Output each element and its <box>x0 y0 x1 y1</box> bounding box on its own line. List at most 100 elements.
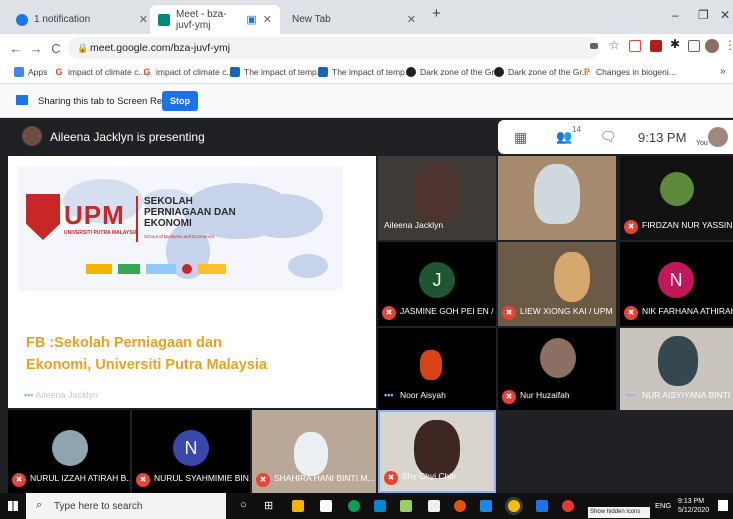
windows-start-icon[interactable] <box>8 501 18 511</box>
bookmark-item[interactable]: P Changes in biogeni... <box>582 67 676 77</box>
mic-off-icon: ✖ <box>382 306 396 320</box>
app-icon[interactable] <box>428 500 440 512</box>
edge-icon[interactable] <box>348 500 360 512</box>
browser-tab-strip: 1 notification ✕ Meet - bza-juvf-ymj ▣ ✕… <box>0 0 733 34</box>
presenter-label: Aileena Jacklyn is presenting <box>50 130 205 144</box>
mail-icon[interactable] <box>374 500 386 512</box>
participant-video <box>658 336 698 386</box>
more-bookmarks-icon[interactable]: » <box>720 66 726 77</box>
participant-tile[interactable]: ✖ LIEW XIONG KAI / UPM <box>498 242 616 326</box>
participant-tile[interactable] <box>498 156 616 240</box>
extension-red-icon[interactable] <box>650 40 662 52</box>
camera-icon[interactable] <box>590 43 598 49</box>
new-tab-button[interactable]: + <box>432 5 441 22</box>
tab-notification[interactable]: 1 notification ✕ <box>8 5 156 34</box>
bookmark-item[interactable]: Dark zone of the Gr... <box>494 67 589 77</box>
puzzle-icon[interactable]: ✱ <box>670 37 680 51</box>
app-icon[interactable] <box>480 500 492 512</box>
tooltip: Show hidden icons <box>588 507 650 518</box>
people-icon[interactable]: 👥 <box>556 129 572 145</box>
participant-name: Aileena Jacklyn <box>384 220 444 230</box>
extension-pocket-icon[interactable] <box>629 40 641 52</box>
chrome-icon[interactable] <box>508 500 520 512</box>
speaking-indicator-icon: ••• <box>384 390 394 400</box>
url-text: meet.google.com/bza-juvf-ymj <box>90 42 231 54</box>
participant-name: NURUL IZZAH ATIRAH B... <box>30 473 130 483</box>
participant-tile[interactable]: Aileena Jacklyn <box>378 156 496 240</box>
browser-toolbar: ← → C 🔒 meet.google.com/bza-juvf-ymj <box>0 34 733 62</box>
app-icon[interactable] <box>454 500 466 512</box>
taskbar-clock[interactable]: 9:13 PM 5/12/2020 <box>678 497 709 515</box>
participant-count: 14 <box>572 125 581 134</box>
participant-tile[interactable]: ✖ Shy Chyi Chin <box>378 410 496 493</box>
journal-icon <box>230 67 240 77</box>
language-indicator[interactable]: ENG <box>655 501 671 510</box>
participant-tile[interactable]: ✖ Nur Huzaifah <box>498 328 616 410</box>
participant-tile[interactable]: ••• NUR AISYIYANA BINTI R... <box>620 328 733 410</box>
app-icon[interactable] <box>536 500 548 512</box>
store-icon[interactable] <box>320 500 332 512</box>
cast-icon[interactable] <box>688 40 700 52</box>
cortana-icon[interactable]: ○ <box>240 499 247 511</box>
slide-caption-line1: FB :Sekolah Perniagaan dan <box>26 335 222 351</box>
bookmark-item[interactable]: The impact of temp... <box>230 67 324 77</box>
task-view-icon[interactable]: ⊞ <box>264 499 273 512</box>
bookmark-label: Apps <box>28 67 48 77</box>
participant-tile[interactable]: N ✖ NIK FARHANA ATHIRAH... <box>620 242 733 326</box>
menu-icon[interactable]: ⋮ <box>724 38 733 52</box>
bookmark-label: The impact of temp... <box>332 67 412 77</box>
close-icon[interactable]: ✕ <box>407 13 416 26</box>
upm-logo-text: UPM <box>64 200 125 230</box>
participant-tile[interactable]: ✖ FIRDZAN NUR YASSIN B... <box>620 156 733 240</box>
participant-avatar: N <box>173 430 209 466</box>
participant-name: Noor Aisyah <box>400 390 446 400</box>
mic-off-icon: ✖ <box>502 390 516 404</box>
star-icon[interactable]: ☆ <box>609 38 620 52</box>
participant-tile[interactable]: J ✖ JASMINE GOH PEI EN / ... <box>378 242 496 326</box>
address-bar[interactable]: 🔒 meet.google.com/bza-juvf-ymj <box>68 37 600 59</box>
notification-center-icon[interactable] <box>718 500 728 511</box>
forward-icon[interactable]: → <box>26 41 46 56</box>
taskbar-search[interactable]: ⌕ Type here to search <box>26 493 226 519</box>
participant-tile[interactable]: ✖ NURUL IZZAH ATIRAH B... <box>8 410 130 493</box>
bookmarks-bar: Apps Gimpact of climate c... Gimpact of … <box>0 62 733 84</box>
profile-avatar[interactable] <box>705 39 719 53</box>
participant-name: NURUL SYAHMIMIE BIN... <box>154 473 250 483</box>
tab-new-tab[interactable]: New Tab ✕ <box>284 5 424 34</box>
slide-caption: FB :Sekolah Perniagaan dan Ekonomi, Univ… <box>26 332 267 376</box>
minimize-icon[interactable]: – <box>672 8 679 22</box>
apps-grid-icon <box>14 67 24 77</box>
grid-layout-icon[interactable]: ▦ <box>514 129 527 146</box>
participant-name: SHAHIRA HANI BINTI M... <box>274 473 375 483</box>
bookmark-item[interactable]: Gimpact of climate c... <box>54 67 145 77</box>
app-icon[interactable] <box>400 500 412 512</box>
close-window-icon[interactable]: ✕ <box>720 8 730 22</box>
bookmark-item[interactable]: Gimpact of climate c... <box>142 67 233 77</box>
lock-icon: 🔒 <box>77 43 89 53</box>
file-explorer-icon[interactable] <box>292 500 304 512</box>
self-avatar[interactable] <box>708 127 728 147</box>
reload-icon[interactable]: C <box>46 41 66 56</box>
participant-tile[interactable]: ••• Noor Aisyah <box>378 328 496 410</box>
slide-presenter-name: Aileena Jacklyn <box>35 390 99 400</box>
participant-tile[interactable]: N ✖ NURUL SYAHMIMIE BIN... <box>132 410 250 493</box>
bookmark-item[interactable]: The impact of temp... <box>318 67 412 77</box>
app-icon[interactable] <box>562 500 574 512</box>
chat-icon[interactable]: 🗨 <box>600 129 617 145</box>
participant-tile[interactable]: ✖ SHAHIRA HANI BINTI M... <box>252 410 376 493</box>
accreditation-logo <box>86 264 112 274</box>
restore-icon[interactable]: ❐ <box>698 8 709 22</box>
bookmark-item[interactable]: Dark zone of the Gr... <box>406 67 501 77</box>
close-icon[interactable]: ✕ <box>139 13 148 26</box>
stop-sharing-button[interactable]: Stop <box>162 91 198 111</box>
close-icon[interactable]: ✕ <box>263 13 272 26</box>
school-name-english: School of Business and Economics <box>144 234 215 239</box>
mic-off-icon: ✖ <box>502 306 516 320</box>
tab-meet[interactable]: Meet - bza-juvf-ymj ▣ ✕ <box>150 5 280 34</box>
participant-name: Nur Huzaifah <box>520 390 570 400</box>
participant-video <box>294 432 328 476</box>
bookmark-apps[interactable]: Apps <box>14 67 47 77</box>
accreditation-logo <box>118 264 140 274</box>
clock-time: 9:13 PM <box>678 498 705 505</box>
back-icon[interactable]: ← <box>6 41 26 56</box>
